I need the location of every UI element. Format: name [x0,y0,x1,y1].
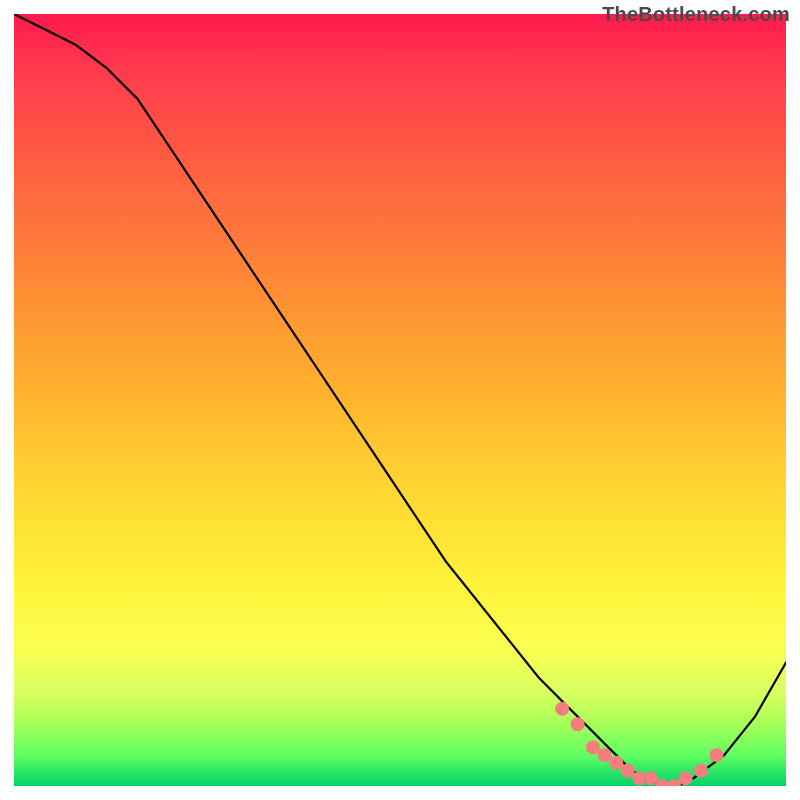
optimal-marker [710,748,724,762]
optimal-marker [609,756,623,770]
bottleneck-curve [14,14,786,786]
optimal-marker [621,764,635,778]
optimal-zone-markers [555,702,723,786]
optimal-marker [644,771,658,785]
optimal-marker [571,717,585,731]
optimal-marker [586,740,600,754]
chart-overlay [14,14,786,786]
optimal-marker [694,764,708,778]
attribution-label: TheBottleneck.com [602,4,790,27]
chart-stage: TheBottleneck.com [0,0,800,800]
optimal-marker [555,702,569,716]
optimal-marker [679,771,693,785]
plot-area [14,14,786,786]
optimal-marker [598,748,612,762]
